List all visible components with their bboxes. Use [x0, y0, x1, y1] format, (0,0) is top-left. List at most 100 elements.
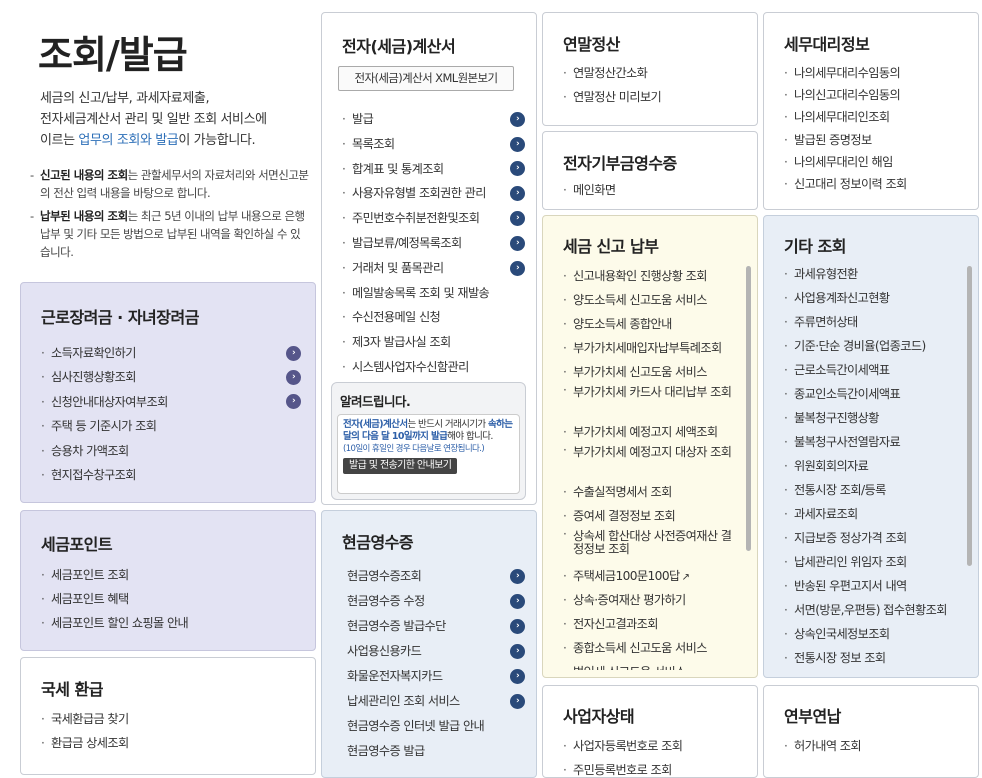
einvoice-item[interactable]: 거래처 및 품목관리 ›	[342, 256, 525, 281]
box-title: 세금 신고 납부	[563, 237, 659, 256]
cash-item[interactable]: 현금영수증 수정 ›	[347, 589, 525, 614]
box-title: 전자기부금영수증	[563, 154, 677, 173]
business-item[interactable]: 주민등록번호로 조회	[563, 758, 748, 777]
other-item[interactable]: 근로소득간이세액표	[784, 358, 966, 382]
refund-item-label: 국세환급금 찾기	[51, 712, 129, 726]
deadline-guide-button[interactable]: 발급 및 전송기한 안내보기	[343, 458, 458, 474]
other-item[interactable]: 주류면허상태	[784, 310, 966, 334]
earned-item[interactable]: 신청안내대상자여부조회 ›	[41, 390, 301, 415]
other-item[interactable]: 서면(방문,우편등) 접수현황조회	[784, 598, 966, 622]
earned-item-label: 심사진행상황조회	[51, 370, 137, 385]
yearend-item[interactable]: 연말정산 미리보기	[563, 85, 748, 109]
point-item[interactable]: 세금포인트 할인 쇼핑몰 안내	[41, 611, 301, 635]
einvoice-item[interactable]: 수신전용메일 신청	[342, 305, 525, 330]
refund-item[interactable]: 국세환급금 찾기	[41, 707, 301, 731]
other-item[interactable]: 과세유형전환	[784, 262, 966, 286]
taxfiling-item[interactable]: 주택세금100문100답↗	[563, 564, 741, 588]
other-scroll-area[interactable]: 과세유형전환사업용계좌신고현황주류면허상태기준·단순 경비율(업종코드) 근로소득…	[784, 262, 966, 670]
cash-item[interactable]: 현금영수증 인터넷 발급 안내	[347, 714, 525, 739]
other-item[interactable]: 사업용계좌신고현황	[784, 286, 966, 310]
taxfiling-item[interactable]: 상속·증여재산 평가하기	[563, 588, 741, 612]
other-item[interactable]: 불복청구사전열람자료	[784, 430, 966, 454]
yearend-item-label: 연말정산간소화	[573, 66, 648, 80]
agent-item[interactable]: 신고대리 정보이력 조회	[784, 173, 969, 195]
point-item-label: 세금포인트 혜택	[51, 592, 129, 606]
business-item[interactable]: 사업자등록번호로 조회	[563, 734, 748, 758]
taxfiling-item[interactable]: 부가가치세 카드사 대리납부 조회	[563, 384, 741, 420]
other-item[interactable]: 지급보증 정상가격 조회	[784, 526, 966, 550]
cash-item[interactable]: 납세관리인 조회 서비스 ›	[347, 689, 525, 714]
refund-item[interactable]: 환급금 상세조회	[41, 731, 301, 755]
other-item[interactable]: 납세관리인 위임자 조회	[784, 550, 966, 574]
arrow-right-icon: ›	[510, 569, 525, 584]
other-item[interactable]: 종교인소득간이세액표	[784, 382, 966, 406]
einvoice-item-label: 목록조회	[352, 136, 395, 151]
einvoice-item[interactable]: 발급 ›	[342, 107, 525, 132]
agent-item[interactable]: 발급된 증명정보	[784, 129, 969, 151]
donation-item[interactable]: 메인화면	[563, 178, 748, 202]
other-item[interactable]: 상속인국세정보조회	[784, 622, 966, 646]
other-item[interactable]: 불복청구진행상황	[784, 406, 966, 430]
taxfiling-item[interactable]: 증여세 결정정보 조회	[563, 504, 741, 528]
cash-item[interactable]: 현금영수증 발급수단 ›	[347, 614, 525, 639]
earned-item[interactable]: 소득자료확인하기 ›	[41, 341, 301, 366]
einvoice-item[interactable]: 주민번호수취분전환및조회 ›	[342, 206, 525, 231]
point-item[interactable]: 세금포인트 혜택	[41, 587, 301, 611]
agent-item[interactable]: 나의세무대리인조회	[784, 106, 969, 128]
other-item[interactable]: 반송된 우편고지서 내역	[784, 574, 966, 598]
cash-item[interactable]: 현금영수증조회 ›	[347, 564, 525, 589]
tax-point-box: 세금포인트 세금포인트 조회세금포인트 혜택세금포인트 할인 쇼핑몰 안내	[20, 510, 316, 651]
taxfiling-item[interactable]: 양도소득세 종합안내	[563, 312, 741, 336]
einvoice-item-label: 거래처 및 품목관리	[352, 260, 444, 275]
earned-item[interactable]: 주택 등 기준시가 조회	[41, 414, 301, 439]
einvoice-item[interactable]: 시스템사업자수신함관리	[342, 355, 525, 380]
cash-item[interactable]: 화물운전자복지카드 ›	[347, 664, 525, 689]
other-item[interactable]: 과세자료조회	[784, 502, 966, 526]
agent-item[interactable]: 나의신고대리수임동의	[784, 84, 969, 106]
arrow-right-icon: ›	[510, 669, 525, 684]
taxfiling-item[interactable]: 신고내용확인 진행상황 조회	[563, 264, 741, 288]
taxfiling-item-label: 양도소득세 신고도움 서비스	[573, 293, 708, 307]
point-item[interactable]: 세금포인트 조회	[41, 563, 301, 587]
earned-item[interactable]: 승용차 가액조회	[41, 439, 301, 464]
scrollbar-thumb[interactable]	[746, 266, 751, 551]
xml-view-button[interactable]: 전자(세금)계산서 XML원본보기	[338, 66, 514, 91]
cash-item[interactable]: 사업용신용카드 ›	[347, 639, 525, 664]
tax-filing-scroll-area[interactable]: 신고내용확인 진행상황 조회양도소득세 신고도움 서비스양도소득세 종합안내부가…	[563, 264, 741, 670]
earned-item[interactable]: 현지접수창구조회	[41, 463, 301, 488]
license-item[interactable]: 허가내역 조회	[784, 734, 969, 758]
agent-item[interactable]: 나의세무대리수임동의	[784, 62, 969, 84]
taxfiling-item[interactable]: 법인세 신고도움 서비스	[563, 660, 741, 670]
taxfiling-item[interactable]: 부가가치세 신고도움 서비스	[563, 360, 741, 384]
taxfiling-item[interactable]: 전자신고결과조회	[563, 612, 741, 636]
einvoice-item[interactable]: 제3자 발급사실 조회	[342, 330, 525, 355]
other-item[interactable]: 전통시장 조회/등록	[784, 478, 966, 502]
taxfiling-item[interactable]: 부가가치세 예정고지 대상자 조회	[563, 444, 741, 480]
other-item[interactable]: 위원회회의자료	[784, 454, 966, 478]
einvoice-item[interactable]: 합계표 및 통계조회 ›	[342, 157, 525, 182]
taxfiling-item[interactable]: 수출실적명세서 조회	[563, 480, 741, 504]
taxfiling-item[interactable]: 부가가치세매입자납부특례조회	[563, 336, 741, 360]
earned-item[interactable]: 심사진행상황조회 ›	[41, 365, 301, 390]
einvoice-item[interactable]: 메일발송목록 조회 및 재발송	[342, 281, 525, 306]
taxfiling-item[interactable]: 종합소득세 신고도움 서비스	[563, 636, 741, 660]
yearend-item[interactable]: 연말정산간소화	[563, 61, 748, 85]
einvoice-item[interactable]: 목록조회 ›	[342, 132, 525, 157]
scrollbar-thumb[interactable]	[967, 266, 972, 566]
einvoice-item[interactable]: 발급보류/예정목록조회 ›	[342, 231, 525, 256]
einvoice-item-label: 발급	[352, 112, 374, 126]
taxfiling-item[interactable]: 양도소득세 신고도움 서비스	[563, 288, 741, 312]
other-item[interactable]: 기준·단순 경비율(업종코드)	[784, 334, 966, 358]
box-title: 세무대리정보	[784, 35, 870, 54]
taxfiling-item-label: 부가가치세 카드사 대리납부 조회	[573, 385, 732, 399]
taxfiling-item[interactable]: 상속세 합산대상 사전증여재산 결정정보 조회	[563, 528, 741, 564]
einvoice-item[interactable]: 사용자유형별 조회권한 관리 ›	[342, 181, 525, 206]
einvoice-item-label: 메일발송목록 조회 및 재발송	[352, 285, 490, 300]
agent-item[interactable]: 나의세무대리인 해임	[784, 151, 969, 173]
tax-refund-box: 국세 환급 국세환급금 찾기환급금 상세조회	[20, 657, 316, 775]
taxfiling-item[interactable]: 부가가치세 예정고지 세액조회	[563, 420, 741, 444]
installment-box: 연부연납 허가내역 조회	[763, 685, 979, 778]
other-item[interactable]: 전통시장 정보 조회	[784, 646, 966, 670]
arrow-right-icon: ›	[510, 211, 525, 227]
cash-item[interactable]: 현금영수증 발급	[347, 739, 525, 764]
